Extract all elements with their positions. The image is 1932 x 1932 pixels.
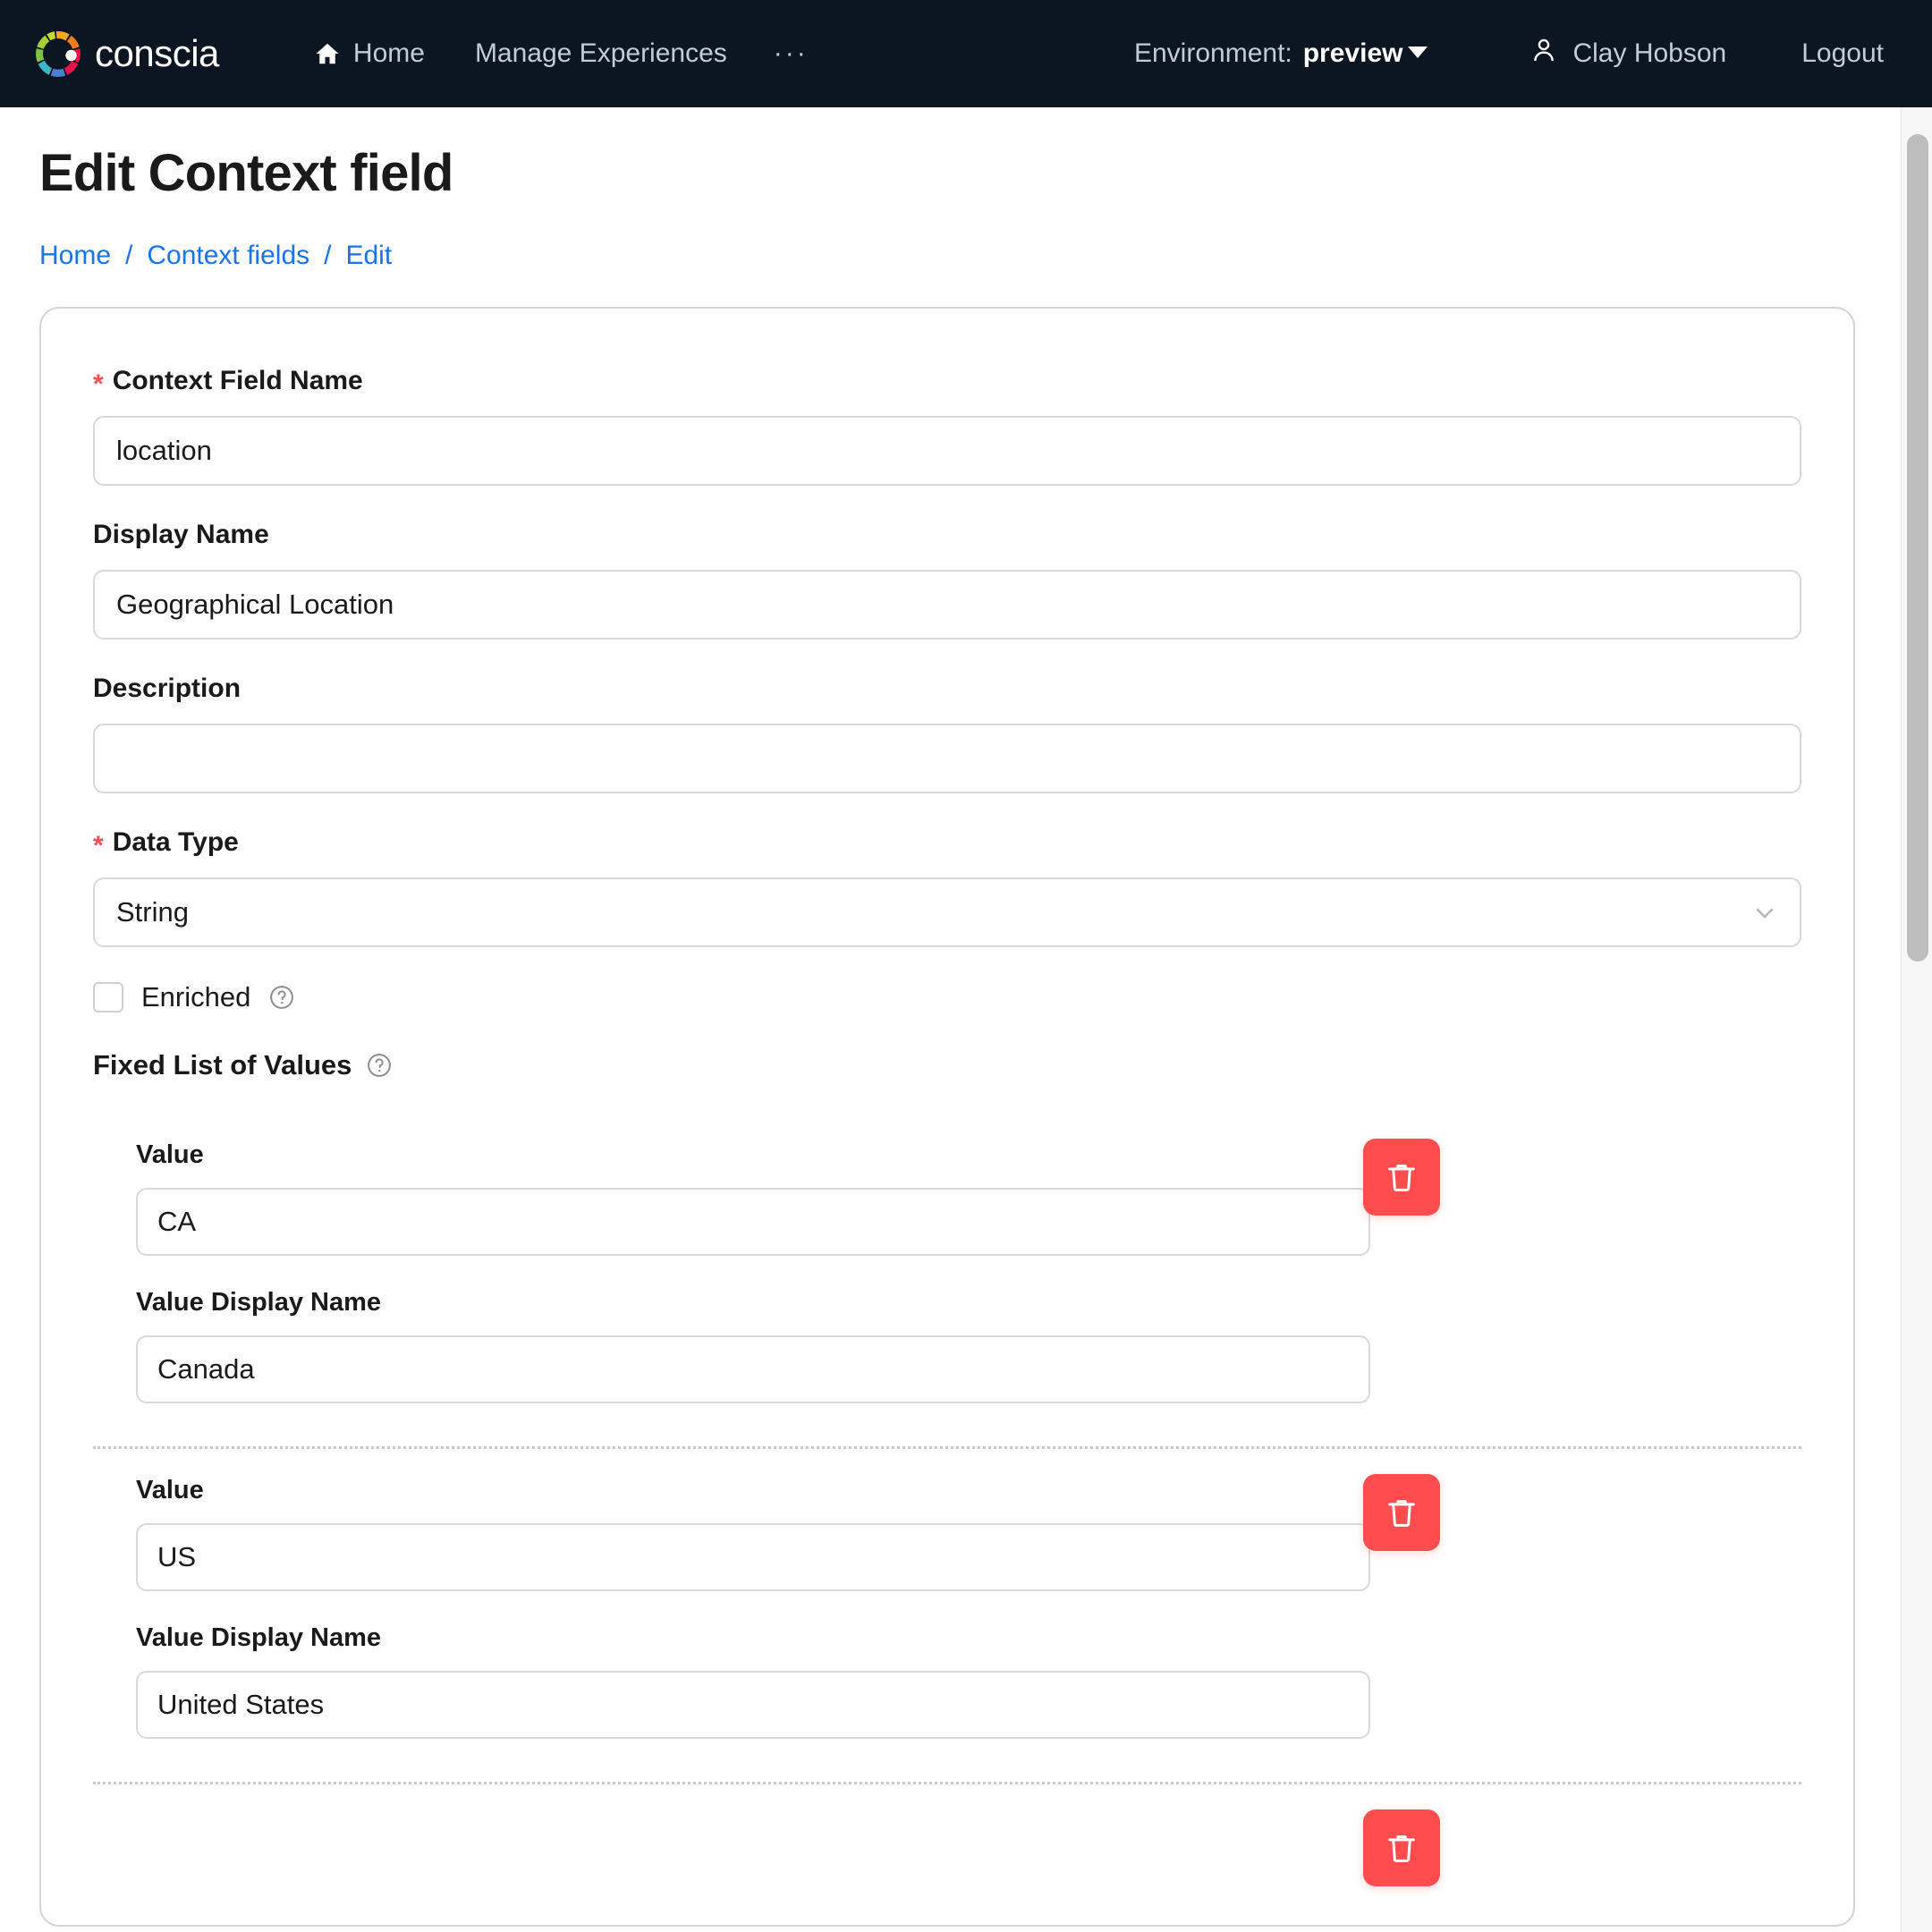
data-type-select-wrapper[interactable] (93, 877, 1801, 947)
main-nav: Home Manage Experiences ··· (289, 30, 830, 78)
user-icon (1530, 36, 1558, 72)
trash-icon (1384, 1159, 1419, 1195)
trash-icon (1384, 1830, 1419, 1866)
home-icon (314, 40, 341, 67)
top-navigation-bar: conscia Home Manage Experiences ··· Envi… (0, 0, 1932, 107)
context-field-name-input[interactable] (93, 416, 1801, 486)
breadcrumb-item-home[interactable]: Home (39, 241, 111, 271)
nav-item-manage-experiences-label: Manage Experiences (474, 38, 727, 68)
breadcrumb-separator: / (324, 241, 332, 270)
delete-value-button[interactable] (1363, 1809, 1440, 1886)
breadcrumb-item-context-fields[interactable]: Context fields (147, 241, 309, 271)
nav-overflow-menu[interactable]: ··· (752, 36, 830, 72)
question-circle-icon[interactable] (268, 984, 295, 1011)
value-input[interactable] (136, 1523, 1370, 1591)
fixed-value-fields: Value Value Display Name (93, 1140, 1370, 1403)
fixed-value-fields: Value Value Display Name (93, 1476, 1370, 1739)
data-type-select[interactable] (93, 877, 1801, 947)
value-input[interactable] (136, 1188, 1370, 1256)
field-data-type: * Data Type (93, 827, 1801, 947)
enriched-checkbox-row: Enriched (93, 981, 1801, 1013)
fixed-value-entry (93, 1782, 1801, 1889)
fixed-value-entry: Value Value Display Name (93, 1446, 1801, 1782)
description-input[interactable] (93, 724, 1801, 793)
breadcrumb-separator: / (125, 241, 133, 270)
caret-down-icon (1408, 46, 1428, 58)
user-menu[interactable]: Clay Hobson (1506, 27, 1750, 80)
vertical-scrollbar[interactable] (1901, 107, 1932, 1932)
value-display-name-input[interactable] (136, 1671, 1370, 1739)
environment-selector[interactable]: Environment: preview (1118, 30, 1444, 78)
required-marker: * (93, 369, 104, 399)
field-display-name: Display Name (93, 520, 1801, 640)
enriched-label: Enriched (141, 981, 251, 1013)
brand-name: conscia (95, 32, 219, 74)
fixed-value-list: Value Value Display Name (93, 1114, 1801, 1889)
display-name-label: Display Name (93, 520, 269, 549)
enriched-checkbox[interactable] (93, 982, 123, 1013)
scrollbar-thumb[interactable] (1907, 134, 1928, 962)
value-display-name-label: Value Display Name (136, 1288, 382, 1317)
trash-icon (1384, 1495, 1419, 1530)
environment-label: Environment: (1133, 38, 1292, 68)
app-viewport: conscia Home Manage Experiences ··· Envi… (0, 0, 1932, 1932)
question-circle-icon[interactable] (366, 1052, 393, 1079)
required-marker: * (93, 831, 104, 860)
delete-value-button[interactable] (1363, 1139, 1440, 1216)
topbar-right-cluster: Environment: preview Clay Hobson Logout (1118, 27, 1902, 80)
user-name: Clay Hobson (1572, 38, 1727, 68)
edit-context-field-card: * Context Field Name Display Name Descri… (39, 307, 1855, 1927)
conscia-ring-logo-icon (30, 26, 86, 81)
logout-button[interactable]: Logout (1784, 30, 1902, 78)
page-title: Edit Context field (39, 144, 453, 202)
display-name-input[interactable] (93, 570, 1801, 640)
field-context-field-name: * Context Field Name (93, 366, 1801, 486)
value-display-name-label: Value Display Name (136, 1623, 382, 1652)
breadcrumb-item-edit[interactable]: Edit (345, 241, 392, 271)
delete-value-button[interactable] (1363, 1474, 1440, 1551)
context-field-name-label: * Context Field Name (93, 366, 363, 399)
value-label: Value (136, 1476, 204, 1504)
environment-value: preview (1303, 38, 1428, 69)
nav-item-home-label: Home (352, 38, 425, 68)
field-description: Description (93, 674, 1801, 793)
fixed-value-entry: Value Value Display Name (93, 1114, 1801, 1446)
brand-logo[interactable]: conscia (30, 26, 219, 81)
page-content: Edit Context field Home / Context fields… (0, 107, 1901, 1932)
description-label: Description (93, 674, 242, 703)
nav-item-manage-experiences[interactable]: Manage Experiences (450, 30, 752, 78)
value-label: Value (136, 1140, 204, 1169)
breadcrumb: Home / Context fields / Edit (39, 241, 1858, 271)
nav-item-home[interactable]: Home (289, 30, 450, 78)
value-display-name-input[interactable] (136, 1335, 1370, 1403)
fixed-list-of-values-label: Fixed List of Values (93, 1049, 1801, 1081)
data-type-label: * Data Type (93, 827, 239, 860)
